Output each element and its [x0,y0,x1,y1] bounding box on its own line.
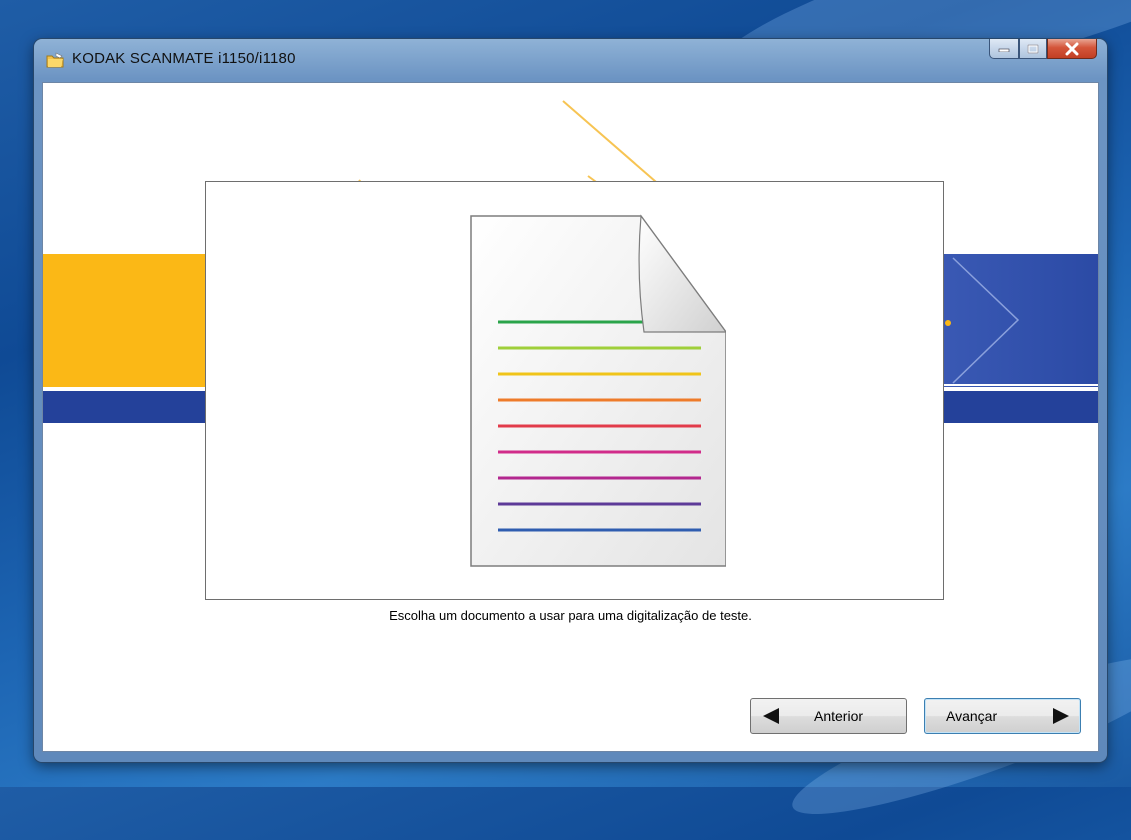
window-title: KODAK SCANMATE i1150/i1180 [72,50,296,67]
close-button[interactable] [1047,39,1097,59]
close-icon [1065,42,1079,55]
instruction-text: Escolha um documento a usar para uma dig… [389,608,752,623]
minimize-icon [998,48,1010,52]
previous-button-label: Anterior [814,708,864,724]
document-icon [470,214,726,567]
folder-app-icon [46,52,64,68]
maximize-icon [1027,44,1039,53]
maximize-button[interactable] [1019,39,1047,59]
title-bar[interactable]: KODAK SCANMATE i1150/i1180 [34,39,1107,81]
wizard-panel: Escolha um documento a usar para uma dig… [42,82,1099,752]
previous-button[interactable]: Anterior [750,698,907,734]
next-button-label: Avançar [946,708,998,724]
document-preview[interactable] [205,181,944,600]
minimize-button[interactable] [989,39,1019,59]
arrow-left-icon [763,708,779,724]
caption-buttons [989,39,1097,61]
arrow-right-icon [1053,708,1069,724]
next-button[interactable]: Avançar [924,698,1081,734]
installer-window: KODAK SCANMATE i1150/i1180 Escolha um do… [34,39,1107,762]
